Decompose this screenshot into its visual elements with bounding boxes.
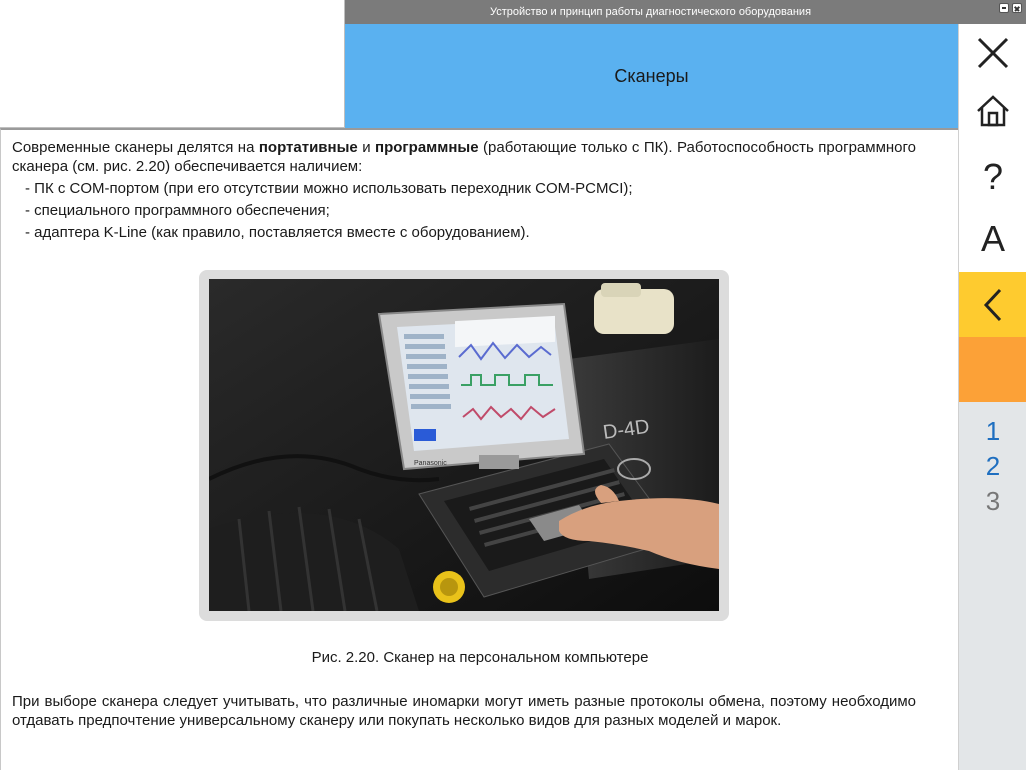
font-size-button[interactable]: A <box>959 210 1026 268</box>
back-button[interactable] <box>959 272 1026 337</box>
section-header: Сканеры <box>345 24 958 128</box>
engine-bay-illustration: Panasonic D-4D <box>209 279 719 611</box>
help-button[interactable]: ? <box>959 148 1026 206</box>
figure-frame: Panasonic D-4D <box>199 270 729 621</box>
accent-block <box>959 337 1026 402</box>
page-link-2[interactable]: 2 <box>959 449 1026 484</box>
help-icon: ? <box>982 156 1004 197</box>
page-navigator: 1 2 3 <box>959 402 1026 770</box>
intro-text-1: Современные сканеры делятся на <box>12 139 259 156</box>
minimize-button[interactable] <box>999 3 1009 13</box>
page-link-1[interactable]: 1 <box>959 414 1026 449</box>
intro-text-2: и <box>357 139 376 156</box>
home-button[interactable] <box>959 82 1026 140</box>
intro-bold-software: программные <box>375 139 479 156</box>
scanner-laptop-photo: Panasonic D-4D <box>209 279 719 611</box>
section-title: Сканеры <box>614 65 689 86</box>
window-close-button[interactable] <box>1012 3 1022 13</box>
figure-caption: Рис. 2.20. Сканер на персональном компью… <box>311 649 649 666</box>
window-controls <box>999 3 1022 13</box>
home-icon <box>977 95 1009 127</box>
laptop-brand-label: Panasonic <box>414 460 447 467</box>
font-icon: A <box>980 218 1005 259</box>
close-icon <box>977 37 1009 69</box>
page-link-3-current[interactable]: 3 <box>959 484 1026 519</box>
window-title: Устройство и принцип работы диагностичес… <box>489 6 812 18</box>
nav-sidebar: ? A 1 2 3 <box>958 24 1026 770</box>
list-item: - адаптера K-Line (как правило, поставля… <box>25 224 530 241</box>
conclusion-paragraph: При выборе сканера следует учитывать, чт… <box>12 693 916 729</box>
chevron-left-icon <box>983 288 1002 321</box>
intro-paragraph: Современные сканеры делятся на портативн… <box>12 138 916 176</box>
close-button[interactable] <box>959 24 1026 82</box>
logo-area <box>0 0 345 128</box>
intro-bold-portable: портативные <box>258 139 358 156</box>
list-item: - специального программного обеспечения; <box>25 202 330 219</box>
main-content: Современные сканеры делятся на портативн… <box>0 128 958 770</box>
requirements-list: - ПК с COM-портом (при его отсутствии мо… <box>25 178 633 244</box>
window-titlebar: Устройство и принцип работы диагностичес… <box>345 0 1026 24</box>
list-item: - ПК с COM-портом (при его отсутствии мо… <box>25 180 633 197</box>
